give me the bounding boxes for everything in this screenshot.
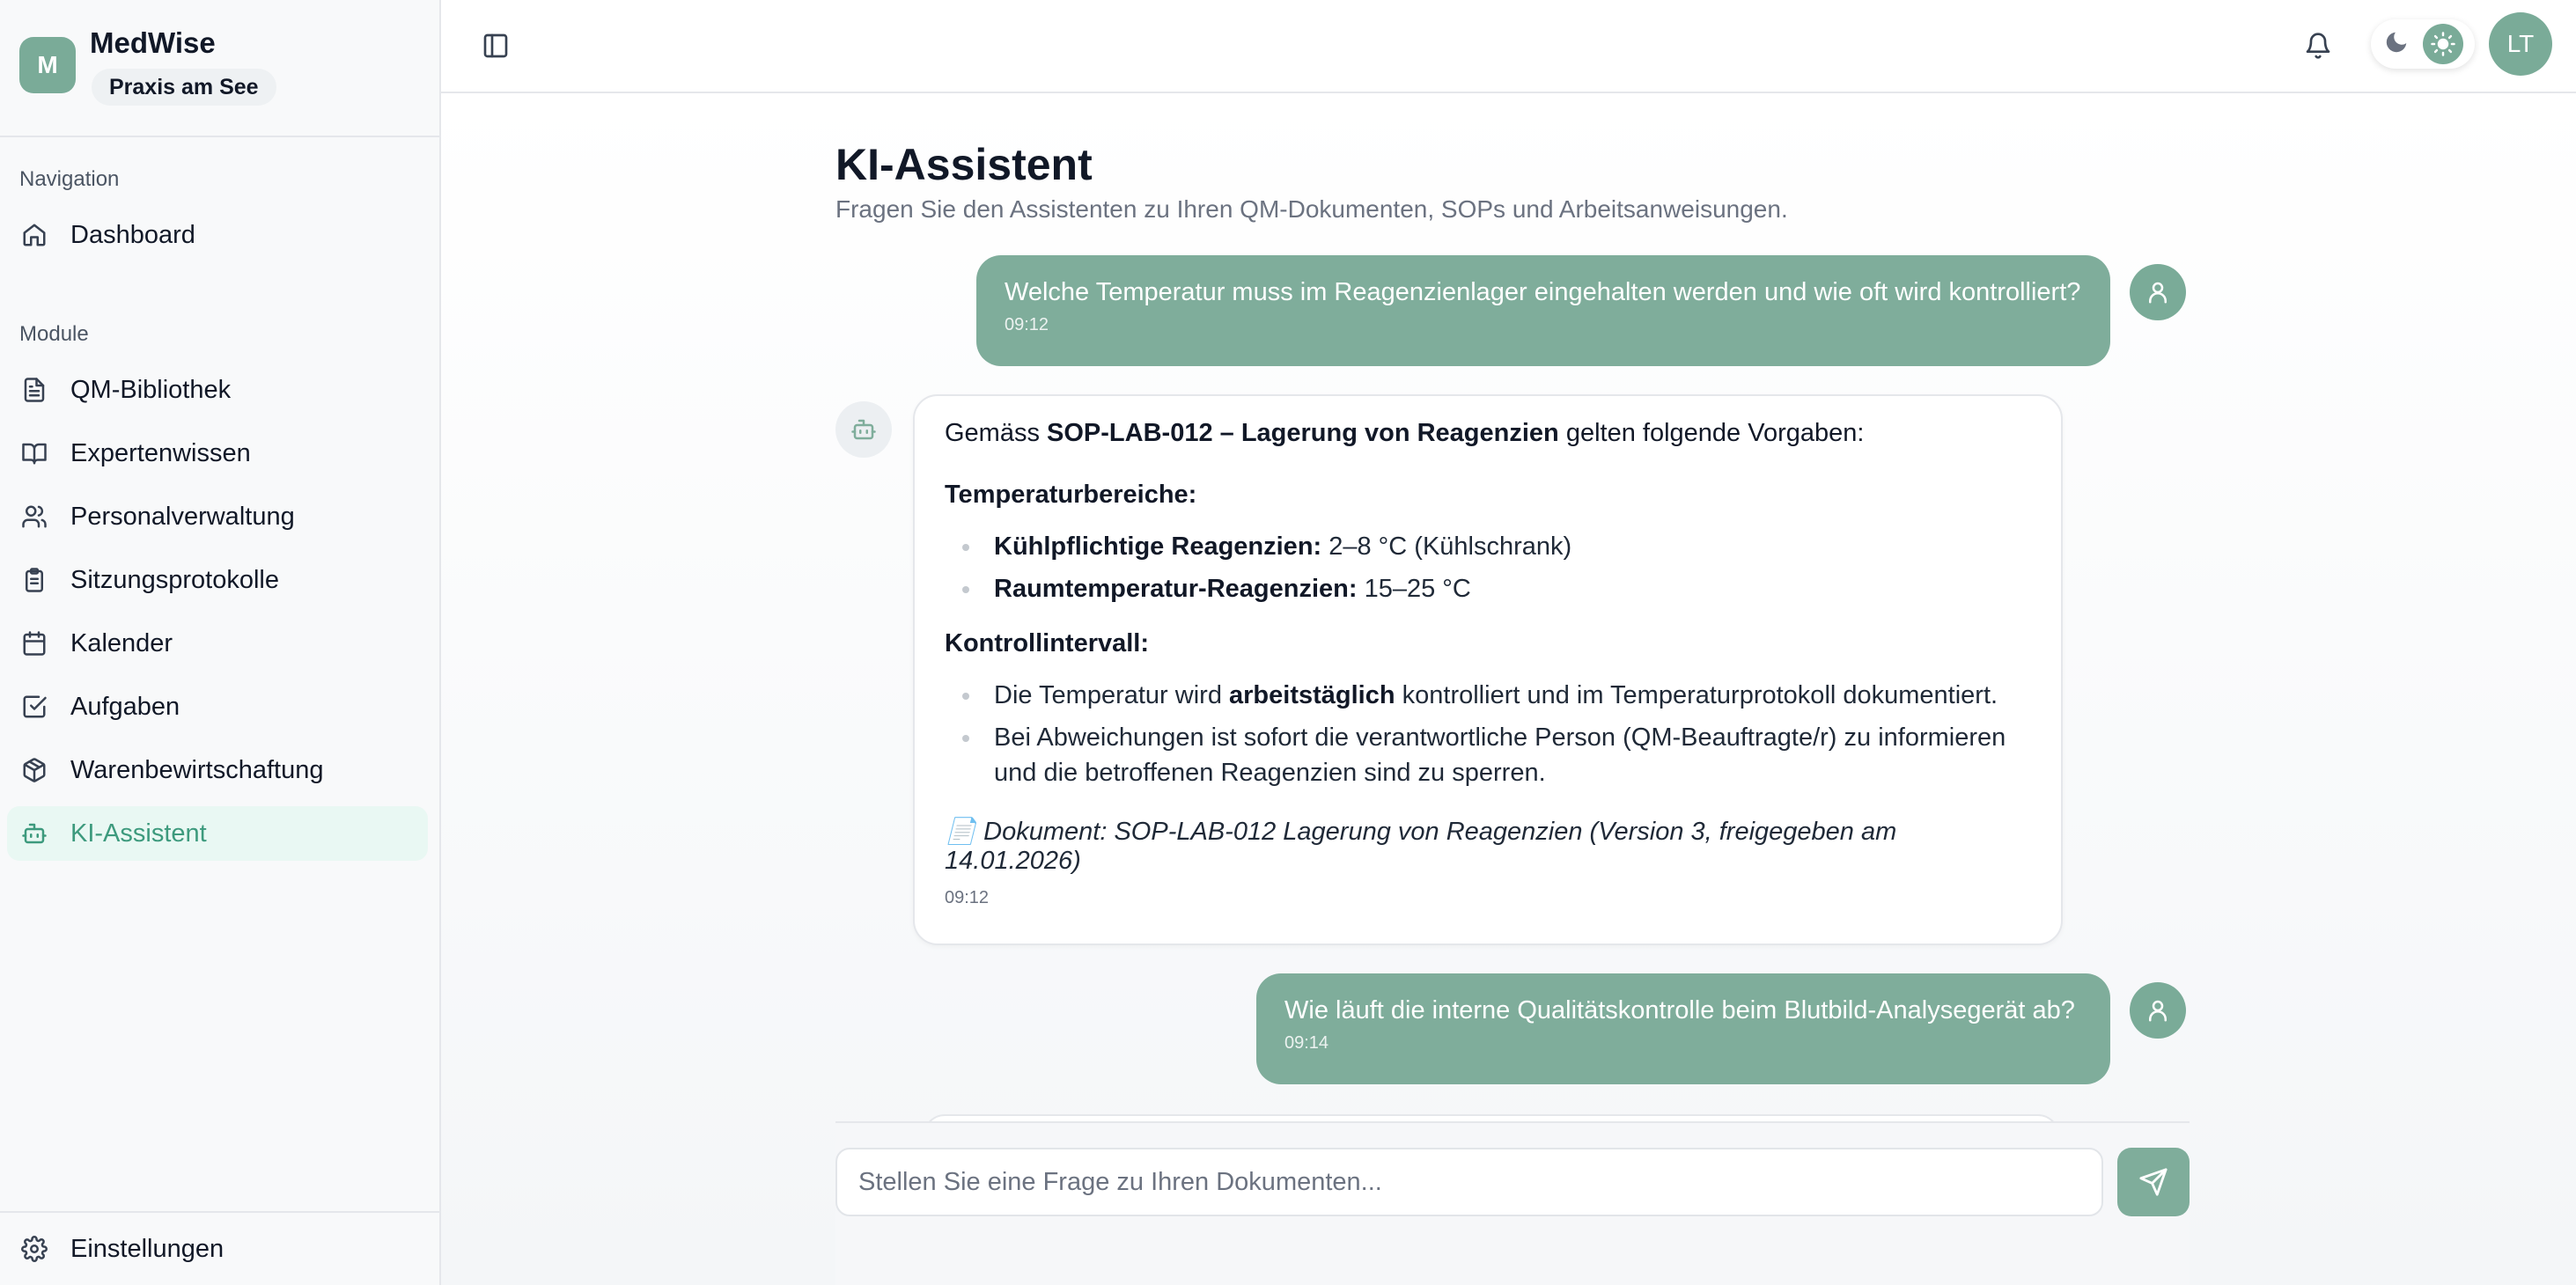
sidebar-item-sitzungsprotokolle[interactable]: Sitzungsprotokolle [7, 553, 428, 607]
message-text: Wie läuft die interne Qualitätskontrolle… [1284, 996, 2075, 1024]
message-time: 09:12 [945, 888, 990, 907]
document-reference[interactable]: 📄 Dokument: SOP-LAB-012 Lagerung von Rea… [945, 817, 2031, 876]
document-icon [19, 375, 49, 405]
toggle-sidebar-button[interactable] [476, 26, 515, 65]
sun-icon[interactable] [2422, 24, 2463, 64]
sidebar-item-label: Warenbewirtschaftung [70, 755, 324, 784]
brand-header: M MedWise Praxis am See [0, 0, 439, 137]
notifications-button[interactable] [2299, 26, 2337, 65]
assistant-message: Gemäss SOP-LAB-012 – Lagerung von Reagen… [913, 394, 2063, 945]
user-avatar-icon [2130, 264, 2186, 320]
page-subtitle: Fragen Sie den Assistenten zu Ihren QM-D… [835, 195, 1788, 223]
message-time: 09:12 [1005, 315, 1049, 334]
chat-main: KI-Assistent Fragen Sie den Assistenten … [441, 93, 2576, 1285]
home-icon [19, 220, 49, 250]
chat-input[interactable] [835, 1148, 2103, 1216]
sidebar-toggle-icon [483, 33, 508, 58]
book-icon [19, 438, 49, 468]
temperature-list: Kühlpflichtige Reagenzien: 2–8 °C (Kühls… [945, 529, 2031, 606]
user-message: Wie läuft die interne Qualitätskontrolle… [1256, 973, 2110, 1084]
send-icon [2139, 1168, 2168, 1196]
moon-icon[interactable] [2383, 29, 2410, 60]
sidebar-item-qm-bibliothek[interactable]: QM-Bibliothek [7, 363, 428, 417]
bot-icon [19, 819, 49, 848]
users-icon [19, 502, 49, 532]
list-item: Raumtemperatur-Reagenzien: 15–25 °C [945, 571, 2031, 606]
control-list: Die Temperatur wird arbeitstäglich kontr… [945, 678, 2031, 790]
sidebar-item-label: Kalender [70, 628, 173, 657]
sidebar-item-label: QM-Bibliothek [70, 375, 232, 404]
section-title-navigation: Navigation [19, 167, 120, 191]
message-time: 09:14 [1284, 1033, 1329, 1053]
bell-icon [2306, 33, 2330, 59]
sidebar-footer: Einstellungen [0, 1211, 439, 1285]
gear-icon [19, 1234, 49, 1264]
sidebar: M MedWise Praxis am See Navigation Dashb… [0, 0, 441, 1285]
sidebar-item-expertenwissen[interactable]: Expertenwissen [7, 426, 428, 481]
practice-badge[interactable]: Praxis am See [92, 69, 276, 106]
clipboard-icon [19, 565, 49, 595]
sidebar-item-label: Dashboard [70, 220, 195, 249]
chat-input-bar [835, 1121, 2190, 1285]
message-intro: Gemäss SOP-LAB-012 – Lagerung von Reagen… [945, 419, 1865, 447]
calendar-icon [19, 628, 49, 658]
sidebar-item-kalender[interactable]: Kalender [7, 616, 428, 671]
sidebar-item-dashboard[interactable]: Dashboard [7, 208, 428, 262]
send-button[interactable] [2117, 1148, 2190, 1216]
theme-toggle[interactable] [2371, 19, 2475, 69]
sidebar-item-einstellungen[interactable]: Einstellungen [7, 1222, 428, 1276]
sidebar-item-label: Aufgaben [70, 692, 180, 721]
sidebar-item-label: Sitzungsprotokolle [70, 565, 279, 594]
sidebar-item-label: Personalverwaltung [70, 502, 295, 531]
message-text: Welche Temperatur muss im Reagenzienlage… [1005, 278, 2081, 306]
bot-avatar-icon [835, 401, 892, 458]
user-avatar[interactable]: LT [2489, 12, 2552, 76]
heading-temperature: Temperaturbereiche: [945, 481, 1197, 509]
page-title: KI-Assistent [835, 140, 1093, 189]
list-item: Bei Abweichungen ist sofort die verantwo… [945, 720, 2031, 790]
brand-logo: M [19, 37, 76, 93]
sidebar-item-label: KI-Assistent [70, 819, 207, 848]
sidebar-item-label: Expertenwissen [70, 438, 251, 467]
top-bar: LT [441, 0, 2576, 93]
user-message: Welche Temperatur muss im Reagenzienlage… [976, 255, 2110, 366]
checkbox-icon [19, 692, 49, 722]
sidebar-item-aufgaben[interactable]: Aufgaben [7, 679, 428, 734]
section-title-modules: Module [19, 322, 89, 346]
brand-name: MedWise [90, 26, 216, 59]
heading-control: Kontrollintervall: [945, 629, 1150, 657]
sidebar-item-personalverwaltung[interactable]: Personalverwaltung [7, 489, 428, 544]
package-icon [19, 755, 49, 785]
sidebar-item-label: Einstellungen [70, 1234, 224, 1263]
user-avatar-icon [2130, 982, 2186, 1039]
sidebar-item-warenbewirtschaftung[interactable]: Warenbewirtschaftung [7, 743, 428, 797]
sidebar-item-ki-assistent[interactable]: KI-Assistent [7, 806, 428, 861]
list-item: Die Temperatur wird arbeitstäglich kontr… [945, 678, 2031, 713]
list-item: Kühlpflichtige Reagenzien: 2–8 °C (Kühls… [945, 529, 2031, 564]
document-icon: 📄 [945, 818, 977, 846]
